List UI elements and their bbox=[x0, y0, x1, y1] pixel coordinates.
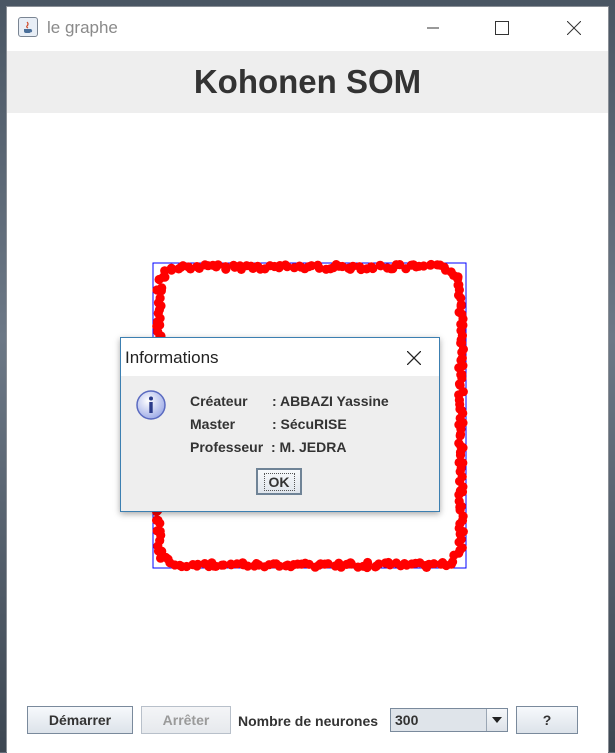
window-titlebar: le graphe bbox=[7, 7, 608, 51]
dialog-titlebar: Informations bbox=[121, 338, 439, 376]
neuron-point bbox=[370, 562, 380, 572]
help-button[interactable]: ? bbox=[516, 706, 578, 734]
maximize-icon bbox=[495, 21, 509, 35]
info-value: : SécuRISE bbox=[272, 416, 347, 432]
start-button[interactable]: Démarrer bbox=[27, 706, 133, 734]
info-value: : ABBAZI Yassine bbox=[272, 393, 389, 409]
page-title: Kohonen SOM bbox=[193, 63, 422, 100]
ok-label: OK bbox=[263, 472, 295, 491]
info-key: Créateur bbox=[190, 393, 248, 409]
chevron-down-icon[interactable] bbox=[486, 709, 507, 731]
neuron-point bbox=[155, 526, 165, 536]
info-key: Master bbox=[190, 416, 236, 432]
info-icon bbox=[136, 390, 166, 420]
close-button[interactable] bbox=[551, 11, 597, 45]
close-icon bbox=[407, 351, 421, 365]
neurons-select-value: 300 bbox=[395, 712, 419, 728]
info-dialog: Informations Créateur : ABBAZI Yassine M… bbox=[120, 337, 440, 512]
neuron-point bbox=[221, 262, 231, 272]
info-value: : M. JEDRA bbox=[271, 439, 347, 455]
close-icon bbox=[567, 21, 581, 35]
header-panel: Kohonen SOM bbox=[7, 51, 608, 113]
dialog-close-button[interactable] bbox=[397, 344, 431, 372]
java-icon[interactable] bbox=[18, 17, 38, 37]
stop-button[interactable]: Arrêter bbox=[141, 706, 231, 734]
window-title: le graphe bbox=[47, 18, 118, 37]
neurons-label: Nombre de neurones bbox=[238, 713, 379, 729]
neuron-point bbox=[153, 515, 163, 525]
ok-button[interactable]: OK bbox=[256, 468, 302, 495]
neuron-point bbox=[157, 283, 167, 293]
minimize-button[interactable] bbox=[410, 11, 456, 45]
neuron-point bbox=[174, 264, 184, 274]
info-key: Professeur bbox=[190, 439, 264, 455]
dialog-title: Informations bbox=[125, 348, 219, 367]
maximize-button[interactable] bbox=[479, 11, 525, 45]
minimize-icon bbox=[427, 27, 439, 29]
neurons-select[interactable]: 300 bbox=[390, 708, 508, 732]
